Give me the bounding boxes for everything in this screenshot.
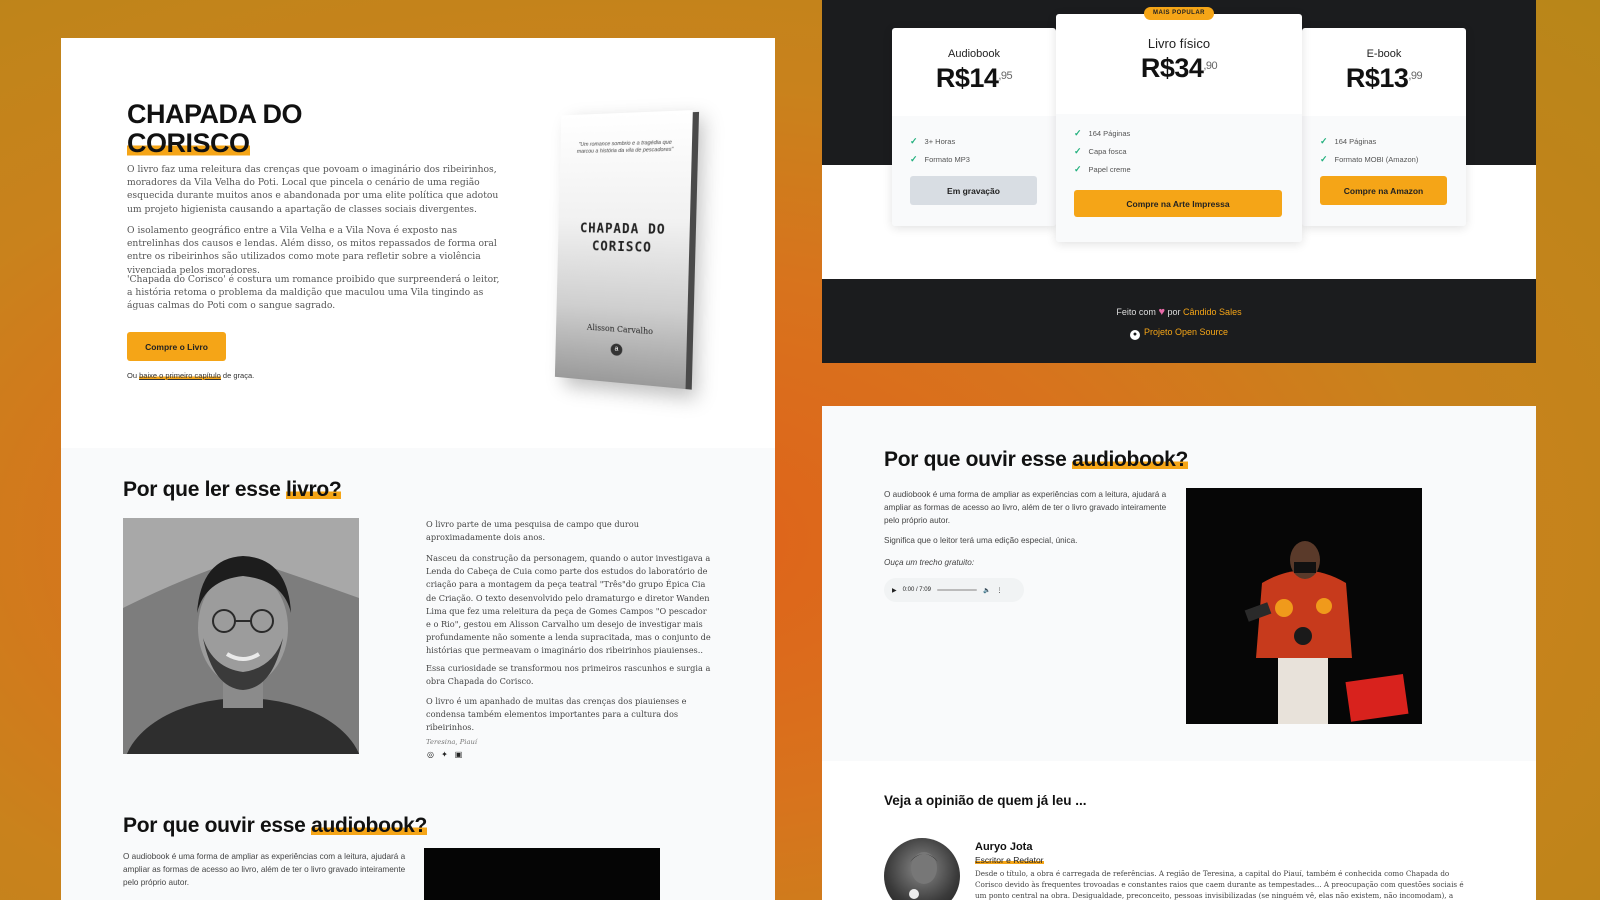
reviewer-avatar [884, 838, 960, 900]
book-cover-tagline: "Um romance sombrio e a tragédia que mar… [576, 139, 674, 155]
audiobook-panel: Por que ouvir esse audiobook? O audioboo… [822, 406, 1536, 900]
why-read-title: Por que ler esse livro? [123, 478, 342, 501]
pricing-panel: Audiobook R$14,95 ✓ 3+ Horas ✓ Formato MP3… [822, 0, 1536, 363]
plan-feature: ✓ Capa fosca [1074, 146, 1127, 156]
social-links: ◎ ✦ ▣ [426, 750, 463, 759]
check-icon: ✓ [910, 136, 918, 146]
more-options-icon[interactable]: ⋮ [996, 587, 1002, 594]
plan-feature: ✓ 164 Páginas [1320, 136, 1377, 146]
audiobook-title: Por que ouvir esse audiobook? [123, 814, 428, 837]
why-read-paragraph: Essa curiosidade se transformou nos prim… [426, 663, 711, 687]
hero-paragraph: O isolamento geográfico entre a Vila Vel… [127, 225, 497, 276]
why-read-paragraph: O livro é um apanhado de muitas das cren… [426, 696, 687, 733]
audio-progress-slider[interactable] [936, 589, 977, 591]
publisher-logo-icon: a [610, 343, 623, 357]
footer-credit: Feito com ♥ por Cândido Sales [1116, 306, 1242, 318]
plan-feature: ✓ Formato MP3 [910, 154, 970, 164]
plan-name: Audiobook [948, 48, 1000, 60]
volume-icon[interactable]: 🔈 [983, 587, 990, 594]
plan-features: ✓ 164 Páginas ✓ Formato MOBI (Amazon) Comp… [1302, 116, 1466, 226]
plan-price: R$34,90 [1140, 53, 1218, 83]
audiobook-title: Por que ouvir esse audiobook? [884, 448, 1189, 471]
performance-photo [1186, 488, 1422, 724]
github-icon: ● [1129, 330, 1140, 340]
buy-book-button[interactable]: Compre o Livro [127, 332, 226, 361]
play-icon[interactable]: ▶ [892, 587, 897, 594]
plan-feature: ✓ Formato MOBI (Amazon) [1320, 154, 1419, 164]
instagram-icon[interactable]: ◎ [426, 750, 435, 759]
hero-paragraph: 'Chapada do Corisco' é costura um romanc… [127, 274, 500, 312]
author-portrait-illustration [123, 518, 359, 754]
check-icon: ✓ [1320, 136, 1328, 146]
audiobook-section: Por que ouvir esse audiobook? O audioboo… [822, 406, 1536, 761]
plan-feature: ✓ Papel creme [1074, 164, 1131, 174]
linkedin-icon[interactable]: ▣ [454, 750, 463, 759]
landing-page-left: CHAPADA DO CORISCO O livro faz uma relei… [61, 38, 775, 900]
free-chapter-note: Ou baixe o primeiro capítulo de graça. [127, 371, 255, 380]
open-source-link[interactable]: ● Projeto Open Source [822, 327, 1536, 340]
buy-arte-impressa-button[interactable]: Compre na Arte Impressa [1074, 190, 1282, 217]
author-location: Teresina, Piauí [426, 738, 478, 746]
book-cover-title: CHAPADA DO CORISCO [579, 221, 666, 256]
hero-title-highlight: CORISCO [127, 128, 250, 158]
audiobook-paragraph: O audiobook é uma forma de ampliar as ex… [123, 852, 406, 888]
audio-sample-label: Ouça um trecho gratuito: [884, 558, 975, 567]
audiobook-paragraph: Significa que o leitor terá uma edição e… [884, 536, 1078, 545]
book-cover-image: "Um romance sombrio e a tragédia que mar… [554, 110, 700, 390]
plan-card-audiobook: Audiobook R$14,95 ✓ 3+ Horas ✓ Formato MP3… [892, 28, 1056, 226]
buy-amazon-button[interactable]: Compre na Amazon [1320, 176, 1447, 205]
why-read-paragraph: O livro parte de uma pesquisa de campo q… [426, 519, 639, 543]
plan-price: R$14,95 [935, 63, 1013, 93]
plan-features: ✓ 164 Páginas ✓ Capa fosca ✓ Papel creme Co… [1056, 114, 1302, 242]
heart-icon: ♥ [1158, 306, 1165, 318]
check-icon: ✓ [1320, 154, 1328, 164]
why-read-paragraph: Nasceu da construção da personagem, quan… [426, 553, 711, 656]
performance-photo [424, 848, 660, 900]
check-icon: ✓ [1074, 146, 1082, 156]
plan-features: ✓ 3+ Horas ✓ Formato MP3 Em gravação [892, 116, 1056, 226]
check-icon: ✓ [910, 154, 918, 164]
reviewer-portrait [909, 852, 938, 899]
plan-name: E-book [1366, 48, 1402, 60]
audiobook-recording-button[interactable]: Em gravação [910, 176, 1037, 205]
audio-player[interactable]: ▶ 0:00 / 7:09 🔈 ⋮ [884, 578, 1024, 602]
reviews-title: Veja a opinião de quem já leu ... [884, 793, 1087, 808]
twitter-icon[interactable]: ✦ [440, 750, 449, 759]
reviewer-role: Escritor e Redator [975, 855, 1044, 865]
plan-feature: ✓ 164 Páginas [1074, 128, 1131, 138]
hero-title: CHAPADA DO CORISCO [127, 99, 303, 158]
site-footer: Feito com ♥ por Cândido Sales ● Projeto O… [822, 279, 1536, 363]
popular-badge: MAIS POPULAR [1144, 7, 1214, 20]
plan-name: Livro físico [1147, 36, 1211, 51]
audio-time: 0:00 / 7:09 [902, 587, 931, 593]
check-icon: ✓ [1074, 128, 1082, 138]
performance-illustration [1186, 488, 1422, 724]
why-read-section: Por que ler esse livro? O livro parte de… [61, 448, 775, 900]
audiobook-paragraph: O audiobook é uma forma de ampliar as ex… [884, 490, 1167, 526]
hero-paragraph: O livro faz uma releitura das crenças qu… [127, 164, 499, 215]
plan-feature: ✓ 3+ Horas [910, 136, 956, 146]
author-photo [123, 518, 359, 754]
book-cover-author: Alisson Carvalho [586, 322, 654, 337]
footer-author-link[interactable]: Cândido Sales [1183, 307, 1242, 317]
review-text: Desde o título, a obra é carregada de re… [975, 869, 1464, 900]
plan-price: R$13,99 [1345, 63, 1423, 93]
plan-card-physical: Livro físico R$34,90 ✓ 164 Páginas ✓ Capa … [1056, 14, 1302, 242]
free-chapter-link[interactable]: baixe o primeiro capítulo [139, 371, 221, 380]
check-icon: ✓ [1074, 164, 1082, 174]
reviewer-name: Auryo Jota [975, 841, 1033, 853]
plan-card-ebook: E-book R$13,99 ✓ 164 Páginas ✓ Formato MOB… [1302, 28, 1466, 226]
